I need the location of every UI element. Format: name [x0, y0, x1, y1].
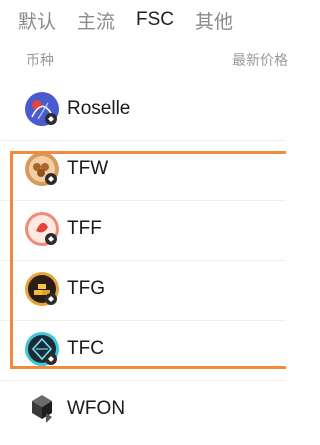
coin-name: Roselle: [67, 98, 131, 119]
column-header: 币种 最新价格: [0, 44, 288, 74]
tab-default[interactable]: 默认: [18, 7, 56, 34]
coin-row-wfon[interactable]: WFON: [0, 380, 286, 440]
tff-icon: [25, 212, 59, 246]
tab-fsc[interactable]: FSC: [136, 9, 174, 31]
coin-row-tff[interactable]: TFF: [0, 200, 286, 261]
coin-name: TFG: [67, 278, 105, 299]
coin-name: TFF: [67, 218, 102, 239]
tab-mainstream[interactable]: 主流: [77, 7, 115, 34]
tab-other[interactable]: 其他: [195, 7, 233, 34]
roselle-icon: [25, 92, 59, 126]
column-coin-label: 币种: [26, 52, 54, 68]
tfw-icon: [25, 152, 59, 186]
tfg-icon: [25, 272, 59, 306]
coin-row-tfw[interactable]: TFW: [0, 140, 286, 201]
coin-name: TFC: [67, 338, 104, 359]
coin-row-tfc[interactable]: TFC: [0, 320, 286, 381]
tab-bar: 默认 主流 FSC 其他: [0, 0, 286, 40]
coin-row-roselle[interactable]: Roselle: [0, 80, 286, 141]
tfc-icon: [25, 332, 59, 366]
wfon-icon: [32, 395, 52, 423]
coin-name: TFW: [67, 158, 109, 179]
column-price-label[interactable]: 最新价格: [232, 50, 288, 70]
coin-name: WFON: [67, 398, 126, 419]
coin-row-tfg[interactable]: TFG: [0, 260, 286, 321]
